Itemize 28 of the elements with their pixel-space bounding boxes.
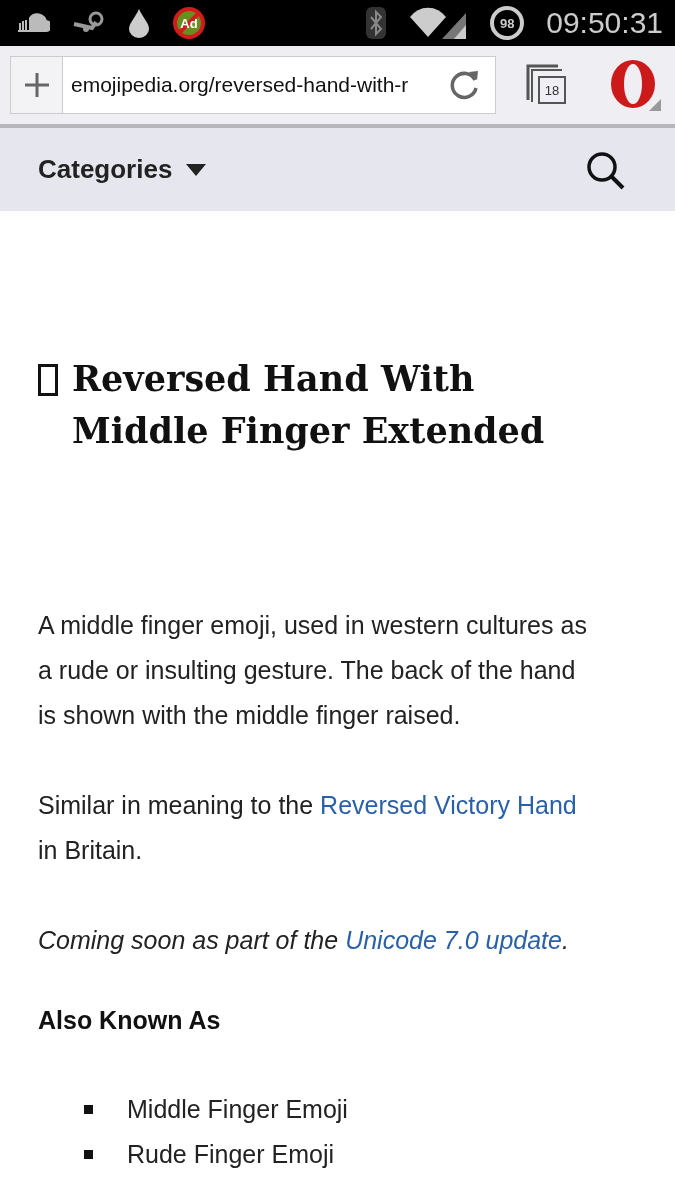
bullet-icon [84, 1105, 93, 1114]
text-link[interactable]: Unicode 7.0 update [345, 926, 562, 954]
list-item: Middle Finger Emoji [127, 1095, 348, 1124]
section-heading: Also Known As [38, 1006, 222, 1035]
categories-menu[interactable]: Categories [38, 154, 207, 185]
ad-block-icon: Ad [172, 6, 206, 40]
list-item: Rude Finger Emoji [127, 1140, 335, 1169]
bullet-icon [84, 1150, 93, 1159]
text-link[interactable]: Hand [516, 791, 577, 819]
battery-indicator: 98 [490, 6, 525, 40]
search-icon[interactable] [585, 149, 625, 190]
paragraph: A middle finger emoji, used in western cultures as a rude or insulting gesture. The back of the hand is shown with the middle finger raised. [38, 610, 588, 731]
url-text: emojipedia.org/reversed-hand-with-r [70, 73, 410, 97]
caret-icon [186, 163, 207, 176]
signal-icon [408, 7, 469, 39]
plus-icon [22, 71, 51, 99]
bluetooth-icon [366, 7, 387, 39]
missing-glyph-icon [38, 364, 58, 396]
tabs-button[interactable]: 18 [526, 64, 568, 106]
paragraph: Similar in meaning to the Reversed Victory Hand in Britain. [38, 790, 578, 866]
paragraph: Coming soon as part of the Unicode 7.0 update. [38, 925, 570, 956]
droplet-icon [128, 8, 150, 38]
page-title: Reversed Hand With Middle Finger Extended [72, 357, 546, 453]
opera-logo-icon[interactable] [609, 59, 661, 111]
cloud-icon [16, 13, 50, 33]
text-link[interactable]: Reversed Victory [320, 791, 510, 819]
address-bar[interactable]: emojipedia.org/reversed-hand-with-r [10, 56, 496, 114]
clock-time: 09:50:31 [546, 6, 663, 40]
